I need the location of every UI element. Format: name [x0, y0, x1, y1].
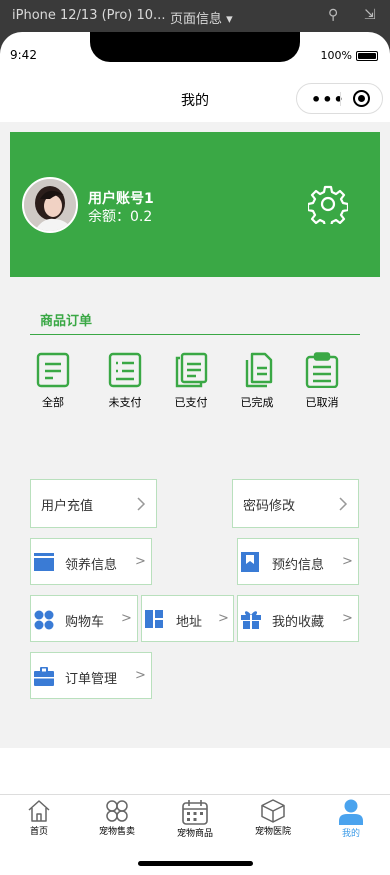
user-icon	[339, 799, 363, 825]
pin-icon[interactable]: ⚲	[328, 7, 338, 23]
order-manage-label: 订单管理	[65, 672, 118, 687]
user-header-card: 用户账号1 余额：0.2	[10, 132, 380, 277]
main-content: 用户账号1 余额：0.2 商品订单 全部 未支付 已支付 已完成 已取消 用户充…	[0, 122, 390, 748]
order-unpaid-label: 未支付	[108, 396, 142, 409]
battery-icon	[356, 50, 378, 61]
battery-percent: 100%	[320, 49, 352, 62]
devtools-toolbar: iPhone 12/13 (Pro) 10... 页面信息 ▾ ⚲ ⇲	[0, 0, 390, 32]
adoption-info-label: 领养信息	[65, 558, 118, 573]
address-button[interactable]: 地址 >	[141, 595, 234, 642]
settings-gear-icon[interactable]	[308, 184, 348, 224]
cart-button[interactable]: 购物车 >	[30, 595, 138, 642]
order-all[interactable]: 全部	[23, 352, 83, 410]
calendar-icon	[182, 800, 208, 825]
layout-icon	[145, 610, 163, 628]
order-cancelled[interactable]: 已取消	[292, 352, 352, 410]
miniprogram-capsule[interactable]: •••	[296, 83, 383, 114]
order-completed[interactable]: 已完成	[227, 352, 287, 410]
chevron-right-icon: >	[218, 611, 229, 626]
status-time: 9:42	[10, 48, 37, 62]
chevron-right-icon	[339, 497, 348, 511]
clipboard-icon	[175, 352, 208, 388]
orders-section-title: 商品订单	[40, 314, 93, 329]
box-icon	[261, 799, 285, 823]
tab-pet-hospital-label: 宠物医院	[254, 827, 291, 837]
card-icon	[34, 553, 54, 571]
clover-icon	[106, 800, 128, 822]
chevron-right-icon	[137, 497, 146, 511]
order-all-label: 全部	[42, 396, 64, 409]
change-password-label: 密码修改	[243, 499, 296, 514]
order-unpaid[interactable]: 未支付	[95, 352, 155, 410]
balance: 余额：0.2	[88, 209, 153, 225]
gift-icon	[241, 611, 261, 629]
cart-label: 购物车	[65, 615, 105, 630]
files-icon	[245, 352, 273, 388]
adoption-info-button[interactable]: 领养信息 >	[30, 538, 152, 585]
list-icon	[108, 352, 142, 388]
bottom-tab-bar: 首页 宠物售卖 宠物商品 宠物医院 我的	[0, 794, 390, 852]
tab-home-label: 首页	[29, 827, 48, 837]
chevron-right-icon: >	[135, 668, 146, 683]
address-label: 地址	[176, 615, 203, 630]
change-password-button[interactable]: 密码修改	[232, 479, 359, 528]
tab-mine[interactable]: 我的	[316, 799, 386, 839]
status-battery: 100%	[321, 49, 378, 62]
home-icon	[28, 800, 50, 822]
username: 用户账号1	[88, 191, 154, 207]
document-icon	[36, 352, 70, 388]
tab-pet-hospital[interactable]: 宠物医院	[238, 799, 308, 837]
order-completed-label: 已完成	[240, 396, 274, 409]
device-selector[interactable]: iPhone 12/13 (Pro) 10...	[12, 8, 165, 23]
grid-icon	[34, 610, 54, 630]
order-paid[interactable]: 已支付	[161, 352, 221, 410]
order-paid-label: 已支付	[174, 396, 208, 409]
favorites-label: 我的收藏	[272, 615, 325, 630]
tab-home[interactable]: 首页	[4, 799, 74, 837]
tab-pet-sale-label: 宠物售卖	[98, 827, 135, 837]
recharge-button[interactable]: 用户充值	[30, 479, 157, 528]
tab-mine-label: 我的	[341, 829, 360, 839]
close-target-icon[interactable]	[353, 90, 370, 107]
notch	[90, 32, 300, 62]
orders-divider	[30, 334, 360, 335]
home-indicator	[138, 861, 253, 866]
checklist-icon	[305, 352, 339, 388]
tab-pet-sale[interactable]: 宠物售卖	[82, 799, 152, 837]
chevron-right-icon: >	[135, 554, 146, 569]
tab-pet-goods[interactable]: 宠物商品	[160, 799, 230, 839]
phone-screen: 9:42 100% 我的 ••• 用户账号1 余额：0.2 商品订单 全部 未支…	[0, 32, 390, 875]
order-cancelled-label: 已取消	[305, 396, 339, 409]
recharge-label: 用户充值	[41, 499, 94, 514]
chevron-right-icon: >	[342, 611, 353, 626]
order-manage-button[interactable]: 订单管理 >	[30, 652, 152, 699]
tab-pet-goods-label: 宠物商品	[176, 829, 213, 839]
export-icon[interactable]: ⇲	[364, 7, 376, 23]
briefcase-icon	[34, 667, 54, 686]
favorites-button[interactable]: 我的收藏 >	[237, 595, 359, 642]
chevron-right-icon: >	[121, 611, 132, 626]
bookmark-icon	[241, 552, 259, 572]
page-info-dropdown[interactable]: 页面信息 ▾	[170, 8, 233, 27]
booking-info-label: 预约信息	[272, 558, 325, 573]
avatar[interactable]	[22, 177, 78, 233]
chevron-right-icon: >	[342, 554, 353, 569]
booking-info-button[interactable]: 预约信息 >	[237, 538, 359, 585]
